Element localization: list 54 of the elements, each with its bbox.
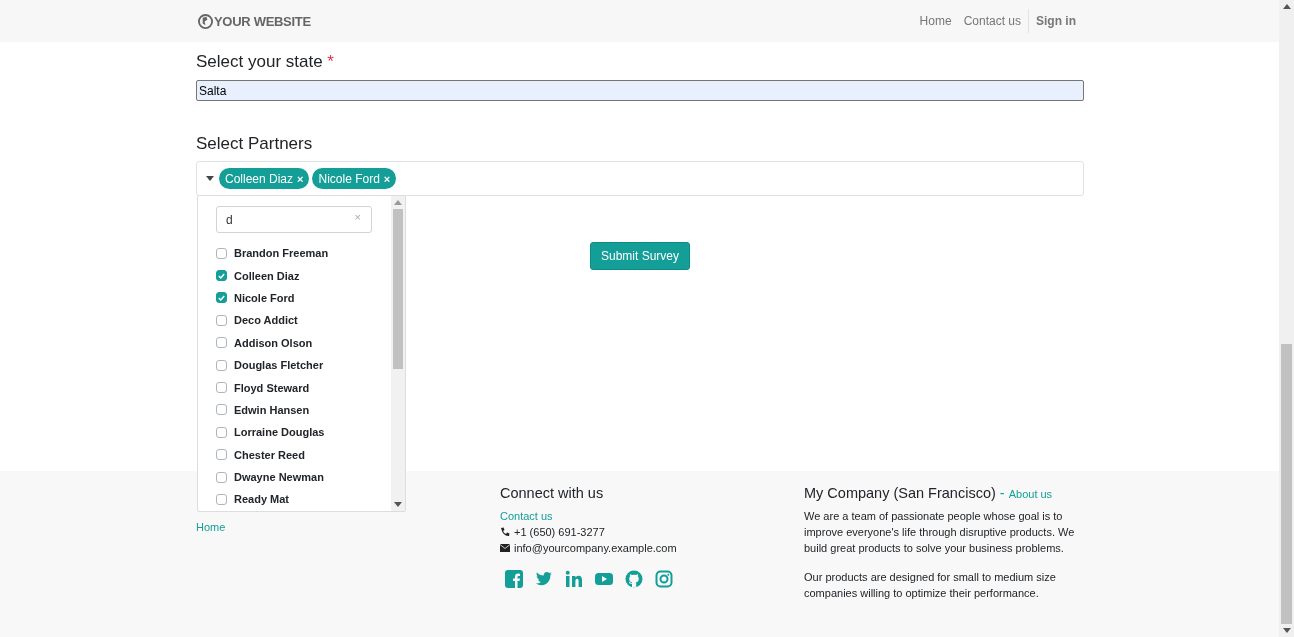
question-label: Select your state * — [196, 52, 335, 72]
twitter-icon[interactable] — [535, 570, 553, 588]
option-label[interactable]: Colleen Diaz — [234, 269, 300, 282]
state-select[interactable]: Salta — [196, 80, 1084, 101]
checkbox[interactable] — [216, 494, 227, 505]
sign-in-link[interactable]: Sign in — [1028, 9, 1079, 33]
checkbox[interactable] — [216, 292, 227, 304]
email-address: info@yourcompany.example.com — [514, 542, 677, 554]
footer-heading: Connect with us — [500, 484, 605, 502]
option-label[interactable]: Edwin Hansen — [234, 403, 310, 416]
arrow-up-icon[interactable] — [1282, 4, 1291, 9]
partner-tag: Nicole Ford × — [312, 168, 397, 189]
option-label[interactable]: Addison Olson — [234, 336, 313, 349]
arrow-down-icon[interactable] — [1282, 628, 1291, 633]
option-label[interactable]: Chester Reed — [234, 448, 305, 461]
nav-link[interactable]: Home — [913, 14, 958, 28]
checkbox[interactable] — [216, 426, 227, 438]
checkbox[interactable] — [216, 471, 227, 483]
scrollbar[interactable] — [1279, 0, 1294, 637]
option-label[interactable]: Dwayne Newman — [234, 471, 324, 484]
checkbox[interactable] — [216, 404, 227, 416]
option-label[interactable]: Floyd Steward — [234, 381, 310, 394]
caret-icon — [206, 176, 214, 181]
scrollbar[interactable] — [391, 196, 405, 511]
nav-link[interactable]: Contact us — [957, 14, 1027, 28]
checkbox[interactable] — [216, 247, 227, 259]
partner-tag: Colleen Diaz × — [219, 168, 310, 189]
option-label[interactable]: Douglas Fletcher — [234, 359, 324, 372]
option-label[interactable]: Lorraine Douglas — [234, 426, 325, 439]
option-label[interactable]: Deco Addict — [234, 314, 298, 327]
github-icon[interactable] — [625, 570, 643, 588]
site-logo[interactable]: YOUR WEBSITE — [198, 13, 311, 29]
company-description: Our products are designed for small to medium size companies willing to optimize their performance. — [804, 570, 1057, 601]
facebook-icon[interactable] — [505, 570, 523, 588]
instagram-icon[interactable] — [655, 570, 673, 588]
checkbox[interactable] — [216, 382, 227, 394]
question-label: Select Partners — [196, 134, 314, 154]
checkbox[interactable] — [216, 359, 227, 371]
checkbox[interactable] — [216, 337, 227, 349]
phone-icon — [500, 527, 510, 537]
option-label[interactable]: Nicole Ford — [234, 291, 295, 304]
arrow-down-icon[interactable] — [394, 502, 402, 507]
linkedin-icon[interactable] — [565, 570, 583, 588]
company-description: We are a team of passionate people whose goal is to improve everyone's life through disruptive products. We build great products to solve your business problems. — [804, 509, 1076, 556]
checkbox[interactable] — [216, 449, 227, 461]
phone-number: +1 (650) 691-3277 — [514, 526, 605, 538]
search-field[interactable]: d × — [216, 206, 372, 233]
youtube-icon[interactable] — [595, 570, 613, 588]
option-label[interactable]: Ready Mat — [234, 493, 290, 506]
option-label[interactable]: Brandon Freeman — [234, 247, 329, 260]
footer-heading: My Company (San Francisco) - About us — [804, 484, 1054, 502]
checkbox[interactable] — [216, 270, 227, 282]
envelope-icon — [500, 543, 510, 553]
checkbox[interactable] — [216, 314, 227, 326]
